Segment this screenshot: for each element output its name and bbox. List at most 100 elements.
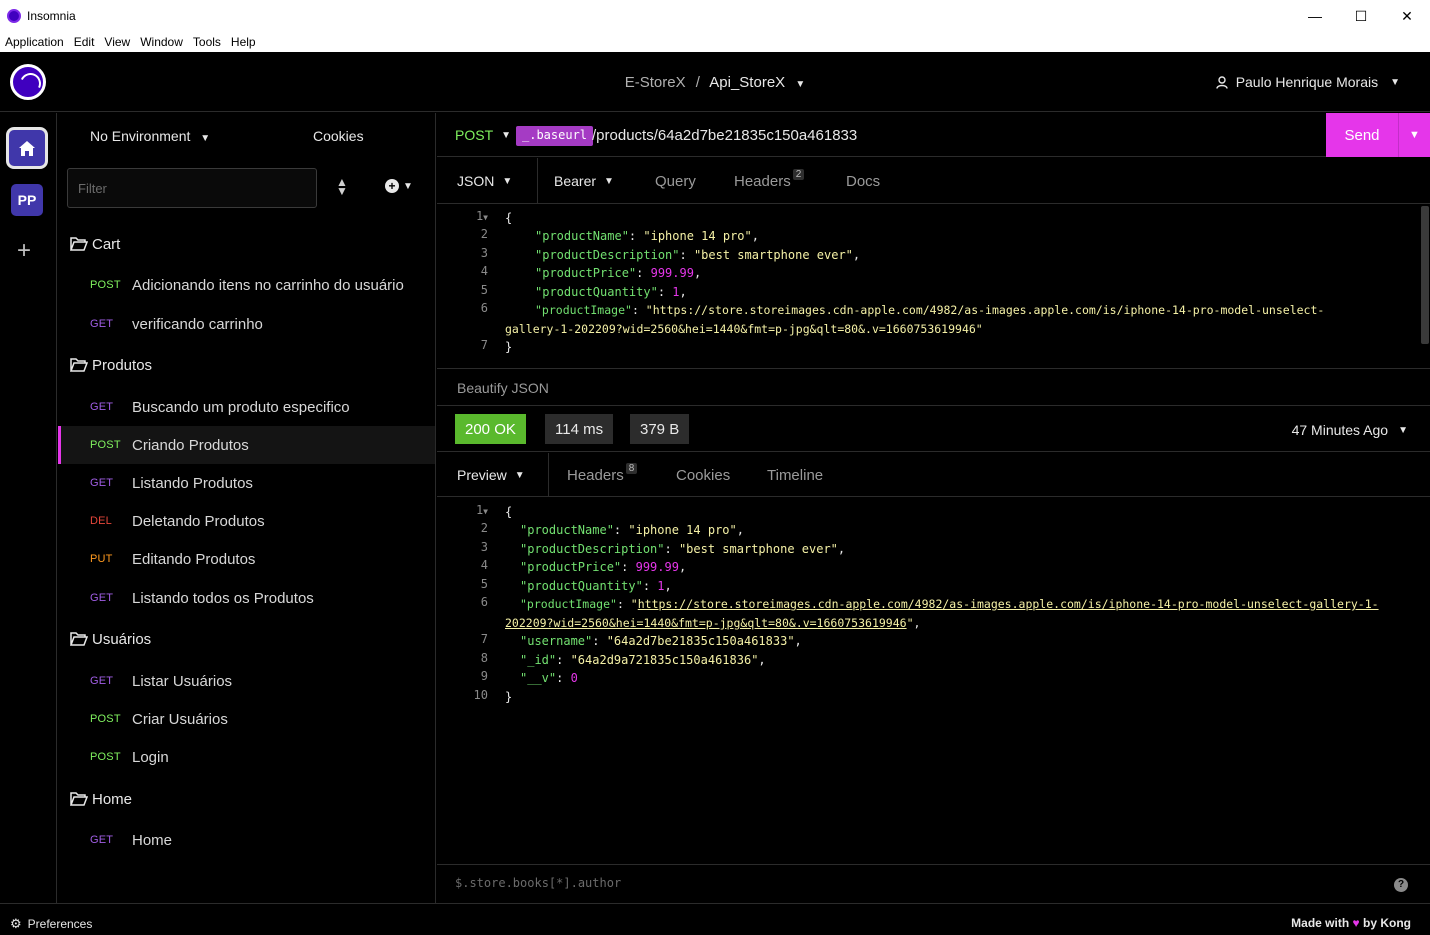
tab-timeline[interactable]: Timeline — [767, 467, 823, 484]
add-project-icon[interactable]: + — [17, 237, 31, 265]
beautify-json-button[interactable]: Beautify JSON — [437, 368, 1430, 406]
request-label: Criando Produtos — [132, 436, 249, 454]
product-image-link[interactable]: https://store.storeimages.cdn-apple.com/… — [638, 597, 1379, 611]
request-item-active[interactable]: POST Criando Produtos — [58, 426, 435, 464]
headers-count-badge: 8 — [625, 463, 638, 474]
chevron-down-icon: ▼ — [604, 175, 614, 187]
method-badge: POST — [90, 713, 121, 725]
response-filter-bar: ? — [437, 864, 1430, 903]
tab-docs[interactable]: Docs — [846, 173, 880, 190]
footer: ⚙ Preferences Made with ♥ by Kong — [0, 903, 1430, 935]
method-badge: GET — [90, 477, 114, 489]
code-line: "productImage": "https://store.storeimag… — [520, 597, 1379, 611]
tab-query[interactable]: Query — [655, 173, 696, 190]
window-title: Insomnia — [27, 9, 76, 23]
menu-edit[interactable]: Edit — [74, 35, 95, 49]
cookies-button[interactable]: Cookies — [313, 128, 364, 144]
code-line: "productQuantity": 1, — [520, 579, 672, 593]
response-status-bar: 200 OK 114 ms 379 B 47 Minutes Ago ▼ — [437, 407, 1430, 452]
by-kong-label: by Kong — [1363, 916, 1411, 930]
method-dropdown[interactable]: POST ▼ — [455, 127, 511, 143]
create-menu-button[interactable]: + ▼ — [385, 179, 413, 193]
help-icon[interactable]: ? — [1394, 878, 1408, 892]
method-badge: DEL — [90, 515, 112, 527]
breadcrumb-project[interactable]: Api_StoreX — [709, 74, 785, 91]
request-item[interactable]: DEL Deletando Produtos — [58, 502, 435, 540]
folder-cart[interactable]: Cart — [70, 234, 120, 254]
environment-label: No Environment — [90, 128, 191, 144]
chevron-down-icon[interactable]: ▼ — [1398, 113, 1430, 157]
send-label: Send — [1344, 126, 1380, 144]
menu-application[interactable]: Application — [5, 35, 64, 49]
user-menu[interactable]: Paulo Henrique Morais ▼ — [1215, 74, 1400, 90]
request-item[interactable]: GET Listar Usuários — [58, 662, 435, 700]
method-badge: GET — [90, 675, 114, 687]
env-variable-tag[interactable]: _.baseurl — [516, 126, 594, 146]
code-line: "productName": "iphone 14 pro", — [520, 523, 744, 537]
request-label: Listando todos os Produtos — [132, 589, 314, 607]
menu-window[interactable]: Window — [140, 35, 183, 49]
chevron-down-icon[interactable]: ▼ — [795, 79, 805, 90]
tab-response-headers[interactable]: Headers 8 — [567, 463, 638, 484]
code-line: { — [505, 211, 513, 225]
request-item[interactable]: POST Criar Usuários — [58, 700, 435, 738]
request-label: Deletando Produtos — [132, 512, 265, 530]
send-button[interactable]: Send ▼ — [1326, 113, 1430, 157]
folder-home[interactable]: Home — [70, 789, 132, 809]
response-history-dropdown[interactable]: 47 Minutes Ago ▼ — [1292, 422, 1408, 438]
menu-tools[interactable]: Tools — [193, 35, 221, 49]
sort-icon[interactable]: ▲ ▼ — [336, 176, 348, 197]
request-item[interactable]: GET Buscando um produto especifico — [58, 388, 435, 426]
line-number: 9 — [480, 669, 488, 683]
line-number: 4 — [480, 558, 488, 572]
folder-usuarios[interactable]: Usuários — [70, 629, 151, 649]
request-item[interactable]: GET Home — [58, 821, 435, 859]
editor-scrollbar[interactable] — [1421, 206, 1429, 344]
request-label: Criar Usuários — [132, 710, 228, 728]
tab-headers[interactable]: Headers 2 — [734, 169, 805, 190]
tab-response-cookies[interactable]: Cookies — [676, 467, 730, 484]
tab-preview[interactable]: Preview ▼ — [457, 467, 525, 483]
heart-icon: ♥ — [1352, 916, 1360, 930]
request-item[interactable]: POST Adicionando itens no carrinho do us… — [58, 266, 435, 304]
request-item[interactable]: POST Login — [58, 738, 435, 776]
maximize-icon[interactable]: ☐ — [1338, 0, 1384, 32]
request-item[interactable]: GET verificando carrinho — [58, 305, 435, 343]
request-label: Login — [132, 748, 169, 766]
menu-help[interactable]: Help — [231, 35, 256, 49]
folder-produtos[interactable]: Produtos — [70, 355, 152, 375]
method-badge: POST — [90, 751, 121, 763]
tab-body[interactable]: JSON ▼ — [457, 173, 512, 189]
line-number: 2 — [480, 227, 488, 241]
response-filter-input[interactable] — [455, 876, 1055, 890]
product-image-link[interactable]: 202209?wid=2560&hei=1440&fmt=p-jpg&qlt=8… — [505, 616, 907, 630]
request-label: Adicionando itens no carrinho do usuário — [132, 276, 404, 294]
menu-view[interactable]: View — [104, 35, 130, 49]
project-badge[interactable]: PP — [11, 184, 43, 216]
code-line: 202209?wid=2560&hei=1440&fmt=p-jpg&qlt=8… — [505, 616, 921, 630]
request-item[interactable]: GET Listando Produtos — [58, 464, 435, 502]
breadcrumb-workspace[interactable]: E-StoreX — [625, 74, 686, 91]
url-input[interactable]: /products/64a2d7be21835c150a461833 — [592, 127, 857, 144]
code-line: "productDescription": "best smartphone e… — [520, 542, 846, 556]
made-with-kong[interactable]: Made with ♥ by Kong — [1291, 916, 1411, 930]
request-item[interactable]: GET Listando todos os Produtos — [58, 579, 435, 617]
line-number: 3 — [480, 540, 488, 554]
environment-dropdown[interactable]: No Environment ▼ — [90, 128, 210, 144]
code-line: "__v": 0 — [520, 671, 578, 685]
code-line: "productPrice": 999.99, — [520, 560, 687, 574]
request-item[interactable]: PUT Editando Produtos — [58, 540, 435, 578]
chevron-down-icon: ▼ — [1390, 76, 1400, 88]
filter-input[interactable] — [67, 168, 317, 208]
request-label: Listar Usuários — [132, 672, 233, 690]
method-label: POST — [455, 127, 494, 143]
request-label: Home — [132, 831, 173, 849]
code-line: "productPrice": 999.99, — [535, 266, 702, 280]
minimize-icon[interactable]: — — [1292, 0, 1338, 32]
tab-auth[interactable]: Bearer ▼ — [554, 173, 614, 189]
close-icon[interactable]: ✕ — [1384, 0, 1430, 32]
request-label: Listando Produtos — [132, 474, 253, 492]
home-button[interactable] — [6, 127, 48, 169]
response-time-badge: 114 ms — [545, 414, 614, 444]
preferences-button[interactable]: ⚙ Preferences — [10, 916, 92, 932]
